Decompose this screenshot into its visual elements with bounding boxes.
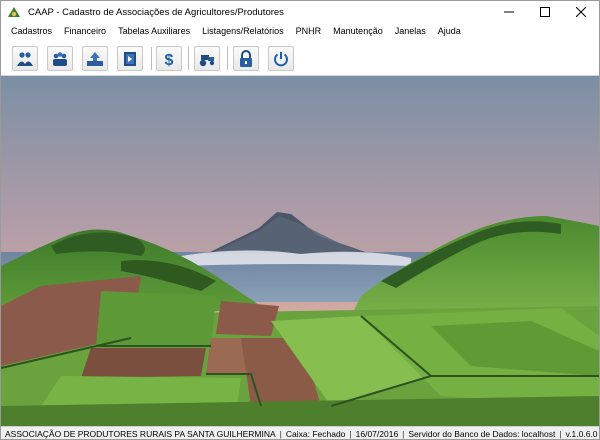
menu-manutencao[interactable]: Manutenção [327,26,389,36]
financial-button[interactable]: $ [156,46,182,71]
app-window: CAAP - Cadastro de Associações de Agricu… [0,0,600,440]
associates-button[interactable] [12,46,38,71]
lock-button[interactable] [233,46,259,71]
menu-tabelas-auxiliares[interactable]: Tabelas Auxiliares [112,26,196,36]
status-server: Servidor do Banco de Dados: localhost [408,429,556,439]
minimize-button[interactable] [491,1,527,23]
maximize-button[interactable] [527,1,563,23]
svg-text:$: $ [165,52,174,68]
status-association: ASSOCIAÇÃO DE PRODUTORES RURAIS PA SANTA… [5,429,276,439]
menu-listagens-relatorios[interactable]: Listagens/Relatórios [196,26,290,36]
producers-icon [53,51,67,66]
toolbar-separator [151,47,152,70]
dollar-icon: $ [165,52,174,68]
menu-janelas[interactable]: Janelas [389,26,432,36]
exit-door-button[interactable] [117,46,143,71]
window-title: CAAP - Cadastro de Associações de Agricu… [28,6,284,18]
background-landscape-image [1,76,599,426]
producers-button[interactable] [47,46,73,71]
close-icon [576,7,586,17]
status-bar: ASSOCIAÇÃO DE PRODUTORES RURAIS PA SANTA… [1,426,599,439]
power-icon [274,51,288,66]
toolbar-separator [227,47,228,70]
status-date: 16/07/2016 [355,429,399,439]
associates-icon [17,51,33,66]
menu-bar: Cadastros Financeiro Tabelas Auxiliares … [1,23,599,39]
status-version: v.1.0.6.0 [565,429,598,439]
status-caixa: Caixa: Fechado [285,429,346,439]
menu-ajuda[interactable]: Ajuda [432,26,467,36]
maximize-icon [540,7,550,17]
tractor-icon [199,54,215,66]
upload-button[interactable] [82,46,108,71]
app-logo-icon [7,5,21,19]
title-bar: CAAP - Cadastro de Associações de Agricu… [1,1,599,23]
toolbar-separator [188,47,189,70]
shutdown-button[interactable] [268,46,294,71]
toolbar: $ [1,41,599,76]
menu-cadastros[interactable]: Cadastros [1,26,58,36]
upload-icon [87,51,103,66]
close-button[interactable] [563,1,599,23]
minimize-icon [504,11,514,13]
menu-financeiro[interactable]: Financeiro [58,26,112,36]
lock-icon [240,49,252,67]
exit-door-icon [124,51,136,66]
menu-pnhr[interactable]: PNHR [290,26,328,36]
tractor-button[interactable] [194,46,220,71]
